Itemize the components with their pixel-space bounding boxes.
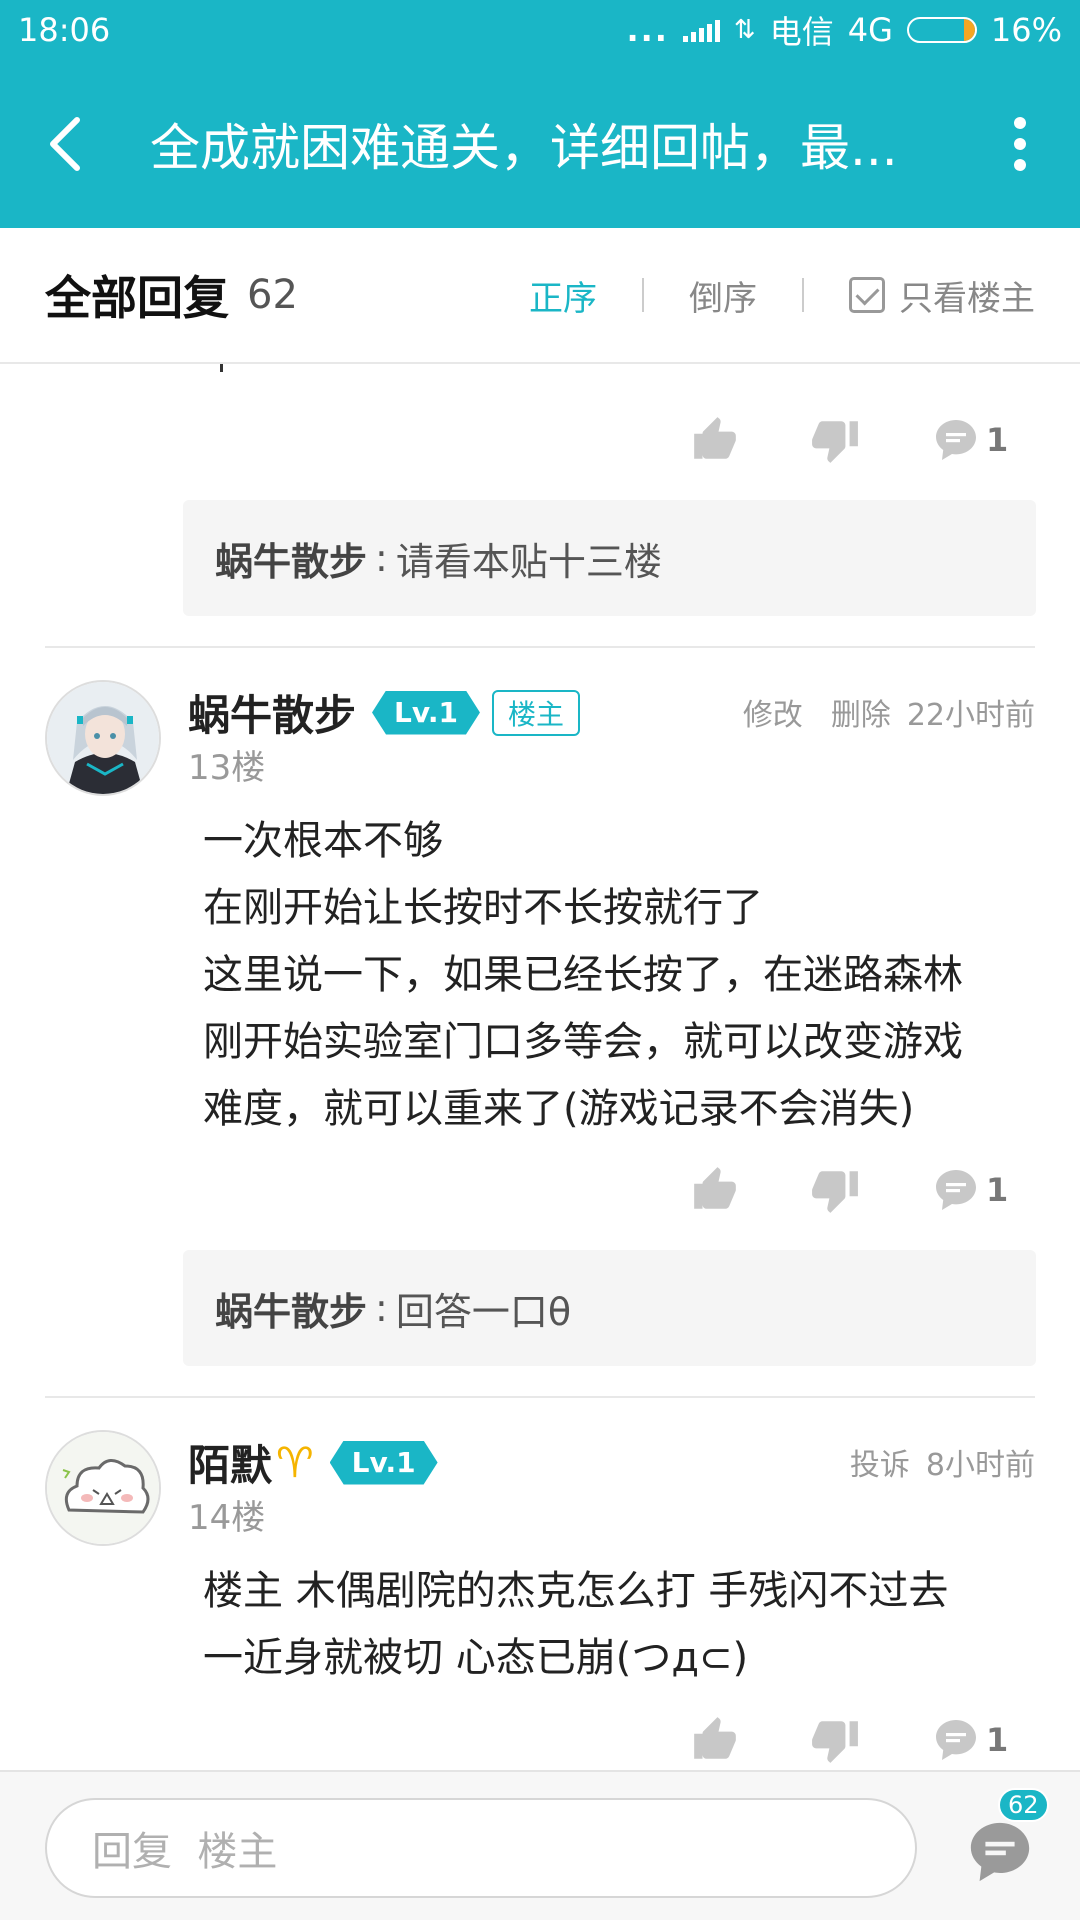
comment-button[interactable]: 1 <box>932 1716 1008 1764</box>
author-name: 蜗牛散步 <box>188 691 357 740</box>
post-divider <box>45 646 1035 648</box>
post-body-line: 刚开始实验室门口多等会，就可以改变游戏 <box>203 1019 963 1065</box>
comment-icon <box>936 1720 976 1760</box>
back-button[interactable] <box>0 60 130 228</box>
floor-number: 14楼 <box>188 1498 266 1538</box>
like-button[interactable] <box>690 1715 740 1765</box>
comment-button[interactable]: 1 <box>932 416 1008 464</box>
post-actions: 1 <box>690 410 1010 470</box>
battery-icon <box>906 17 977 43</box>
post-body-line: 在刚开始让长按时不长按就行了 <box>203 885 763 931</box>
more-vert-icon <box>1014 117 1026 129</box>
thumb-up-icon <box>694 1717 736 1759</box>
data-arrows-icon: ⇅ <box>733 15 756 45</box>
sort-desc-tab[interactable]: 倒序 <box>689 271 757 320</box>
post-body: 楼主 木偶剧院的杰克怎么打 手残闪不过去 一近身就被切 心态已崩(つд⊂) <box>203 1558 1023 1692</box>
status-battery: 16% <box>990 11 1062 49</box>
post-actions: 1 <box>690 1160 1010 1220</box>
divider <box>642 278 644 312</box>
avatar[interactable] <box>45 1430 161 1546</box>
sort-asc-tab[interactable]: 正序 <box>529 271 597 320</box>
title-bar: 全成就困难通关，详细回帖，最... <box>0 60 1080 228</box>
signal-icon <box>682 18 720 42</box>
post-meta: 投诉 8小时前 <box>850 1440 1035 1484</box>
floor-number: 13楼 <box>188 748 266 788</box>
reply-placeholder: 回复 楼主 <box>92 1829 278 1875</box>
sub-reply[interactable]: 蜗牛散步 : 回答一口θ <box>183 1250 1036 1366</box>
bottom-reply-bar: 回复 楼主 62 <box>0 1770 1080 1920</box>
comment-icon <box>936 420 976 460</box>
comments-count-badge: 62 <box>998 1788 1049 1822</box>
comment-count: 1 <box>986 1171 1009 1209</box>
post-meta: 修改 删除 22小时前 <box>743 690 1035 734</box>
status-bar: 18:06 ... ⇅ 电信 4G 16% <box>0 0 1080 60</box>
post-time: 8小时前 <box>925 1448 1035 1483</box>
status-indicators: ... ⇅ 电信 4G 16% <box>626 7 1062 53</box>
clipped-text <box>220 364 223 372</box>
more-button[interactable] <box>960 60 1080 228</box>
sub-reply-separator: : <box>375 536 388 580</box>
sort-options: 正序 倒序 只看楼主 <box>529 271 1035 320</box>
level-badge: Lv.1 <box>372 691 480 735</box>
dislike-button[interactable] <box>810 1165 860 1215</box>
status-time: 18:06 <box>18 11 111 49</box>
sub-reply[interactable]: 蜗牛散步 : 请看本贴十三楼 <box>183 500 1036 616</box>
only-op-toggle[interactable]: 只看楼主 <box>849 271 1035 320</box>
post-body-line: 一次根本不够 <box>203 818 443 864</box>
edit-link[interactable]: 修改 <box>743 690 803 734</box>
report-link[interactable]: 投诉 <box>850 1440 910 1484</box>
thumb-down-icon <box>812 1721 858 1763</box>
post-actions: 1 <box>690 1710 1010 1770</box>
like-button[interactable] <box>690 415 740 465</box>
status-carrier: 电信 <box>769 13 834 51</box>
post-body-line: 这里说一下，如果已经长按了，在迷路森林 <box>203 952 963 998</box>
avatar[interactable] <box>45 680 161 796</box>
sort-bar: 全部回复 62 正序 倒序 只看楼主 <box>0 228 1080 364</box>
sub-reply-text: 回答一口θ <box>395 1289 572 1334</box>
page-title: 全成就困难通关，详细回帖，最... <box>150 119 898 177</box>
dislike-button[interactable] <box>810 1715 860 1765</box>
back-arrow-icon <box>50 117 80 171</box>
checkbox-icon <box>849 277 885 313</box>
comment-count: 1 <box>986 1721 1009 1759</box>
reply-list[interactable]: 1 蜗牛散步 : 请看本贴十三楼 蜗牛散步 Lv.1 楼主 13楼 修改 删除 … <box>0 364 1080 1770</box>
post-author[interactable]: 蜗牛散步 Lv.1 楼主 <box>188 682 580 743</box>
thumb-up-icon <box>694 1167 736 1209</box>
thumb-down-icon <box>812 421 858 463</box>
level-badge: Lv.1 <box>330 1441 438 1485</box>
reply-count: 62 <box>247 272 298 318</box>
author-name: 陌默 <box>188 1441 273 1490</box>
thumb-up-icon <box>694 417 736 459</box>
thumb-down-icon <box>812 1171 858 1213</box>
sub-reply-author: 蜗牛散步 <box>215 539 368 584</box>
sub-reply-separator: : <box>375 1286 388 1330</box>
comment-button[interactable]: 1 <box>932 1166 1008 1214</box>
only-op-label: 只看楼主 <box>899 278 1035 319</box>
reply-input[interactable]: 回复 楼主 <box>45 1798 917 1898</box>
zodiac-badge: ♈ <box>276 1438 314 1487</box>
status-dots: ... <box>626 11 669 49</box>
post-author[interactable]: 陌默 ♈ Lv.1 <box>188 1432 438 1493</box>
delete-link[interactable]: 删除 <box>831 690 891 734</box>
status-network: 4G <box>847 11 893 49</box>
post-body-line: 楼主 木偶剧院的杰克怎么打 手残闪不过去 <box>203 1568 949 1614</box>
all-replies-title: 全部回复 <box>45 271 229 325</box>
comment-count: 1 <box>986 421 1009 459</box>
comments-button[interactable] <box>965 1817 1035 1887</box>
post-body-line: 一近身就被切 心态已崩(つд⊂) <box>203 1635 749 1681</box>
dislike-button[interactable] <box>810 415 860 465</box>
op-badge: 楼主 <box>491 689 580 736</box>
post-body-line: 难度，就可以重来了(游戏记录不会消失) <box>203 1086 915 1132</box>
comment-icon <box>970 1822 1030 1882</box>
comment-icon <box>936 1170 976 1210</box>
like-button[interactable] <box>690 1165 740 1215</box>
sub-reply-author: 蜗牛散步 <box>215 1289 368 1334</box>
divider <box>802 278 804 312</box>
post-body: 一次根本不够 在刚开始让长按时不长按就行了 这里说一下，如果已经长按了，在迷路森… <box>203 808 1023 1143</box>
post-time: 22小时前 <box>906 698 1035 733</box>
sub-reply-text: 请看本贴十三楼 <box>395 539 662 584</box>
post-divider <box>45 1396 1035 1398</box>
